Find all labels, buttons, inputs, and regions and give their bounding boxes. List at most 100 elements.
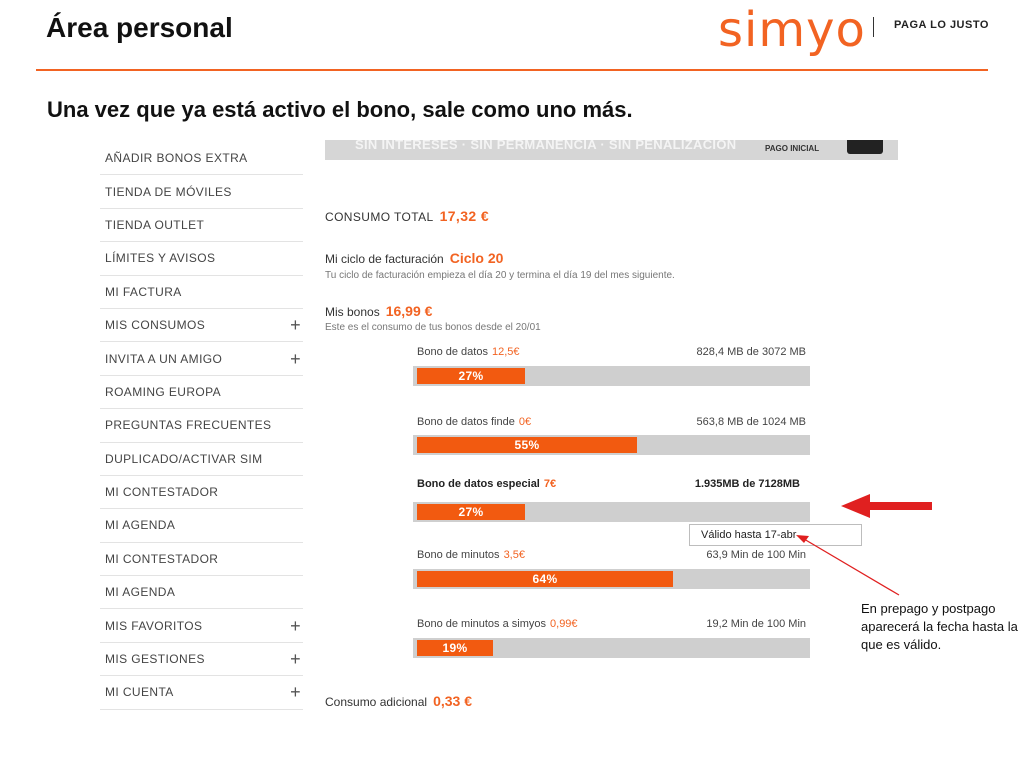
- sidebar-item-label: MI AGENDA: [105, 585, 176, 600]
- bonos-value: 16,99 €: [385, 303, 433, 319]
- bonos-note: Este es el consumo de tus bonos desde el…: [325, 322, 541, 333]
- sidebar-menu: AÑADIR BONOS EXTRA TIENDA DE MÓVILES TIEND…: [100, 142, 303, 710]
- usage-bar-fill: 55%: [417, 437, 637, 453]
- sidebar-item[interactable]: MI AGENDA: [100, 576, 303, 610]
- usage-percent: 27%: [458, 505, 484, 519]
- sidebar-item-label: DUPLICADO/ACTIVAR SIM: [105, 451, 263, 466]
- bono-name: Bono de datos especial 7€: [417, 478, 556, 490]
- sidebar-item-label: MIS GESTIONES: [105, 652, 205, 667]
- header-divider: [36, 69, 988, 71]
- promo-banner: SIN INTERESES · SIN PERMANENCIA · SIN PE…: [325, 140, 898, 160]
- ciclo-label: Mi ciclo de facturación: [325, 252, 444, 266]
- sidebar-item-label: TIENDA DE MÓVILES: [105, 184, 232, 199]
- bono-name: Bono de datos 12,5€: [417, 346, 519, 358]
- sidebar-item-label: PREGUNTAS FRECUENTES: [105, 418, 272, 433]
- banner-button[interactable]: [847, 140, 883, 154]
- banner-pago-label: PAGO INICIAL: [765, 144, 820, 153]
- usage-bar-fill: 19%: [417, 640, 493, 656]
- sidebar-item-label: MI CUENTA: [105, 685, 174, 700]
- sidebar-item-label: LÍMITES Y AVISOS: [105, 251, 216, 266]
- adicional-value: 0,33 €: [433, 693, 472, 709]
- sidebar-item[interactable]: MI CONTESTADOR: [100, 476, 303, 510]
- bono-name-label: Bono de datos finde: [417, 416, 515, 428]
- sidebar-item[interactable]: MIS GESTIONES +: [100, 643, 303, 677]
- sidebar-item[interactable]: MI FACTURA: [100, 276, 303, 309]
- banner-text: SIN INTERESES · SIN PERMANENCIA · SIN PE…: [355, 140, 737, 152]
- sidebar-item[interactable]: MI CONTESTADOR: [100, 543, 303, 577]
- sidebar-item-label: MI CONTESTADOR: [105, 485, 219, 500]
- sidebar-item-label: MIS CONSUMOS: [105, 318, 206, 333]
- pointer-line: [803, 538, 900, 596]
- expand-plus-icon[interactable]: +: [290, 683, 303, 701]
- usage-percent: 19%: [442, 641, 468, 655]
- highlight-arrow-icon: [841, 494, 932, 518]
- sidebar-item[interactable]: LÍMITES Y AVISOS: [100, 242, 303, 276]
- bono-name: Bono de minutos a simyos 0,99€: [417, 618, 578, 630]
- sidebar-item[interactable]: TIENDA DE MÓVILES: [100, 175, 303, 209]
- tagline: PAGA LO JUSTO: [894, 19, 989, 31]
- simyo-logo: simyo: [718, 2, 866, 58]
- bono-name: Bono de minutos 3,5€: [417, 549, 525, 561]
- bono-price: 0,99€: [550, 618, 578, 630]
- logo-divider: [873, 17, 874, 37]
- sidebar-item[interactable]: INVITA A UN AMIGO +: [100, 342, 303, 376]
- bono-usage: 828,4 MB de 3072 MB: [696, 346, 806, 358]
- usage-percent: 64%: [532, 572, 558, 586]
- bono-usage: 563,8 MB de 1024 MB: [696, 416, 806, 428]
- usage-bar: 27%: [413, 366, 810, 386]
- sidebar-item[interactable]: DUPLICADO/ACTIVAR SIM: [100, 443, 303, 476]
- usage-bar: 19%: [413, 638, 810, 658]
- ciclo-note: Tu ciclo de facturación empieza el día 2…: [325, 270, 675, 281]
- usage-bar-fill: 27%: [417, 368, 525, 384]
- bono-price: 0€: [518, 416, 532, 428]
- validity-box: Válido hasta 17-abr: [689, 524, 862, 546]
- sidebar-item-label: ROAMING EUROPA: [105, 384, 222, 399]
- expand-plus-icon[interactable]: +: [290, 650, 303, 668]
- sidebar-item-label: MI AGENDA: [105, 518, 176, 533]
- expand-plus-icon[interactable]: +: [290, 617, 303, 635]
- bonos-label: Mis bonos: [325, 305, 380, 319]
- sidebar-item-label: MIS FAVORITOS: [105, 618, 203, 633]
- slide-subtitle: Una vez que ya está activo el bono, sale…: [47, 97, 633, 122]
- bono-name-label: Bono de datos especial: [417, 478, 540, 490]
- bono-usage: 63,9 Min de 100 Min: [706, 549, 806, 561]
- consumo-adicional: Consumo adicional 0,33 €: [325, 693, 472, 709]
- bono-name-label: Bono de datos: [417, 346, 488, 358]
- expand-plus-icon[interactable]: +: [290, 350, 303, 368]
- sidebar-item[interactable]: MIS FAVORITOS +: [100, 609, 303, 643]
- usage-bar-fill: 64%: [417, 571, 673, 587]
- sidebar-item[interactable]: PREGUNTAS FRECUENTES: [100, 409, 303, 443]
- usage-bar: 55%: [413, 435, 810, 455]
- sidebar-item[interactable]: AÑADIR BONOS EXTRA: [100, 142, 303, 176]
- ciclo-value: Ciclo 20: [449, 250, 504, 266]
- consumo-total-value: 17,32 €: [439, 208, 490, 224]
- bono-name: Bono de datos finde 0€: [417, 416, 531, 428]
- mis-bonos: Mis bonos 16,99 €: [325, 303, 432, 319]
- sidebar-item[interactable]: TIENDA OUTLET: [100, 209, 303, 243]
- sidebar-item[interactable]: MIS CONSUMOS +: [100, 309, 303, 343]
- sidebar-item-label: MI FACTURA: [105, 284, 182, 299]
- usage-percent: 55%: [514, 438, 540, 452]
- sidebar-item-label: MI CONTESTADOR: [105, 551, 219, 566]
- consumo-total: CONSUMO TOTAL 17,32 €: [325, 208, 489, 224]
- sidebar-item[interactable]: MI CUENTA +: [100, 676, 303, 710]
- bono-name-label: Bono de minutos a simyos: [417, 618, 547, 630]
- sidebar-item-label: TIENDA OUTLET: [105, 217, 205, 232]
- bono-price: 7€: [543, 478, 557, 490]
- bono-price: 3,5€: [503, 549, 525, 561]
- adicional-label: Consumo adicional: [325, 695, 428, 709]
- usage-bar: 64%: [413, 569, 810, 589]
- bono-price: 12,5€: [491, 346, 520, 358]
- sidebar-item-label: INVITA A UN AMIGO: [105, 351, 223, 366]
- usage-percent: 27%: [458, 369, 484, 383]
- bono-name-label: Bono de minutos: [417, 549, 500, 561]
- page-title: Área personal: [46, 12, 233, 43]
- annotation-text: En prepago y postpago aparecerá la fecha…: [861, 601, 1018, 652]
- consumo-total-label: CONSUMO TOTAL: [325, 210, 434, 224]
- expand-plus-icon[interactable]: +: [290, 316, 303, 334]
- sidebar-item[interactable]: MI AGENDA: [100, 509, 303, 543]
- bono-usage: 1.935MB de 7128MB: [694, 478, 800, 490]
- ciclo-facturacion: Mi ciclo de facturación Ciclo 20: [325, 250, 503, 266]
- sidebar-item[interactable]: ROAMING EUROPA: [100, 376, 303, 410]
- bono-usage: 19,2 Min de 100 Min: [706, 618, 806, 630]
